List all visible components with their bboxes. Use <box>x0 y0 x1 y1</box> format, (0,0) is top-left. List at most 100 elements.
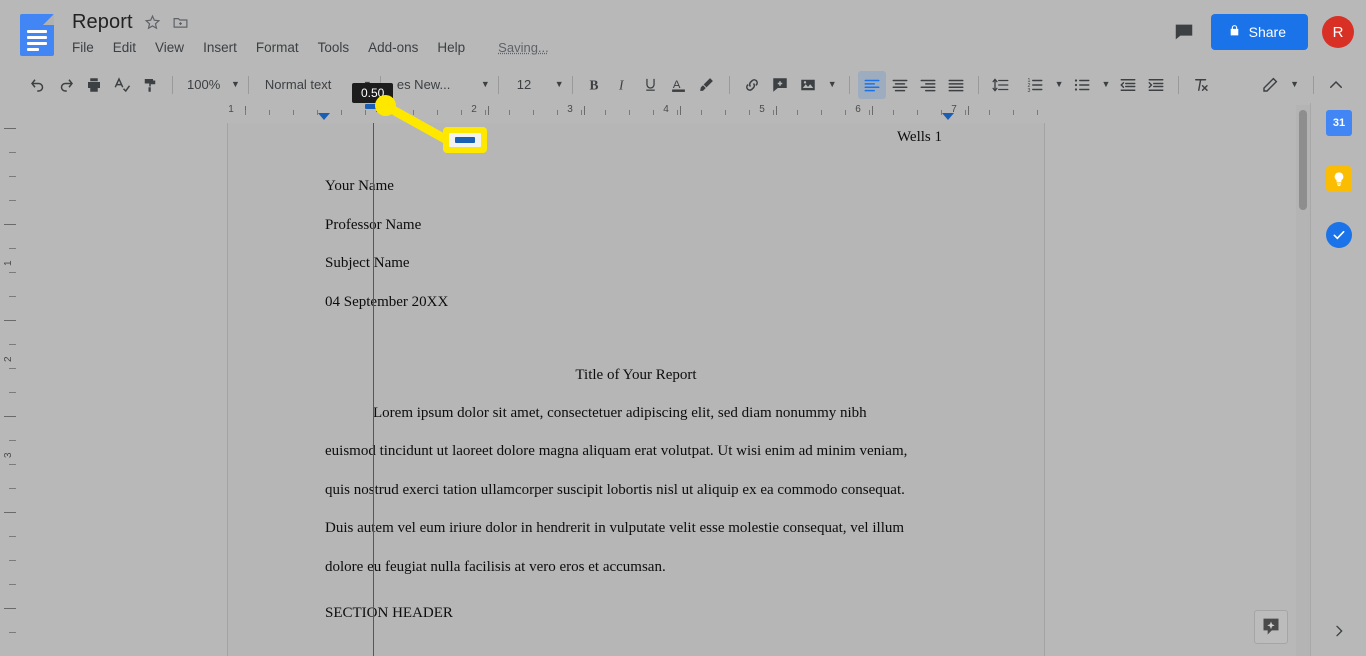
bulleted-list-icon[interactable] <box>1068 71 1096 99</box>
document-body[interactable]: Your Name Professor Name Subject Name 04… <box>325 178 947 622</box>
ruler-tick <box>9 368 16 369</box>
align-center-icon[interactable] <box>886 71 914 99</box>
paint-format-icon[interactable] <box>136 71 164 99</box>
star-icon[interactable] <box>144 14 161 31</box>
tasks-icon[interactable] <box>1326 222 1352 248</box>
ruler-tick <box>9 464 16 465</box>
indent-guide-line <box>373 123 374 656</box>
right-indent-marker[interactable] <box>942 113 954 120</box>
insert-image-icon[interactable] <box>794 71 822 99</box>
avatar[interactable]: R <box>1322 16 1354 48</box>
font-size-dropdown[interactable]: 12 ▼ <box>507 77 564 92</box>
redo-icon[interactable] <box>52 71 80 99</box>
undo-icon[interactable] <box>24 71 52 99</box>
highlight-icon[interactable] <box>693 71 721 99</box>
align-justify-icon[interactable] <box>942 71 970 99</box>
ruler-tick <box>9 344 16 345</box>
ruler-tick <box>917 110 918 115</box>
move-to-folder-icon[interactable] <box>172 14 189 31</box>
toolbar-right-group: ▼ <box>1256 71 1366 99</box>
chevron-down-icon[interactable]: ▼ <box>1290 80 1299 89</box>
menu-tools[interactable]: Tools <box>318 40 350 55</box>
font-family-value: es New... <box>396 77 451 92</box>
italic-icon[interactable]: I <box>609 71 637 99</box>
menu-format[interactable]: Format <box>256 40 299 55</box>
formatting-toolbar: 100% ▼ Normal text ▼ es New... ▼ 12 ▼ B … <box>0 66 1366 103</box>
ruler-tick <box>413 110 414 115</box>
increase-indent-icon[interactable] <box>1142 71 1170 99</box>
print-icon[interactable] <box>80 71 108 99</box>
document-page[interactable]: Wells 1 Your Name Professor Name Subject… <box>227 123 1045 656</box>
align-right-icon[interactable] <box>914 71 942 99</box>
menu-addons[interactable]: Add-ons <box>368 40 418 55</box>
ruler-tick <box>1037 110 1038 115</box>
vertical-ruler[interactable]: 1 2 3 <box>0 123 22 656</box>
ruler-number: 4 <box>663 104 669 115</box>
menu-view[interactable]: View <box>155 40 184 55</box>
explore-button[interactable] <box>1254 610 1288 644</box>
toolbar-divider <box>1313 75 1314 94</box>
ruler-tick <box>4 224 16 225</box>
link-icon[interactable] <box>738 71 766 99</box>
chevron-down-icon[interactable]: ▼ <box>828 80 837 89</box>
ruler-tick <box>653 110 654 115</box>
annotation-callout-inner <box>449 133 481 147</box>
toolbar-divider <box>728 75 730 94</box>
align-left-icon[interactable] <box>857 70 886 99</box>
comment-history-icon[interactable] <box>1171 19 1197 45</box>
ruler-tick <box>365 110 366 115</box>
ruler-tick <box>533 110 534 115</box>
scrollbar-thumb[interactable] <box>1299 110 1307 210</box>
ruler-number: 2 <box>471 104 477 115</box>
edit-mode-icon[interactable] <box>1256 71 1284 99</box>
ruler-tick <box>776 106 777 115</box>
font-family-dropdown[interactable]: es New... ▼ <box>389 77 490 92</box>
ruler-tick <box>968 106 969 115</box>
bold-icon[interactable]: B <box>581 71 609 99</box>
ruler-number: 3 <box>3 452 14 458</box>
document-title[interactable]: Report <box>72 11 133 34</box>
underline-icon[interactable] <box>637 71 665 99</box>
clear-formatting-icon[interactable] <box>1187 71 1215 99</box>
chevron-down-icon[interactable]: ▼ <box>1055 80 1064 89</box>
spellcheck-icon[interactable] <box>108 71 136 99</box>
ruler-number: 6 <box>855 104 861 115</box>
keep-icon[interactable] <box>1326 166 1352 192</box>
ruler-tick <box>872 106 873 115</box>
calendar-icon[interactable]: 31 <box>1326 110 1352 136</box>
menu-help[interactable]: Help <box>437 40 465 55</box>
ruler-tick <box>941 110 942 115</box>
annotation-callout-box <box>443 127 487 153</box>
menu-file[interactable]: File <box>72 40 94 55</box>
line-spacing-icon[interactable] <box>987 71 1015 99</box>
toolbar-divider <box>497 75 499 94</box>
ruler-tick <box>680 106 681 115</box>
zoom-dropdown[interactable]: 100% ▼ <box>181 77 240 92</box>
paragraph-line: euismod tincidunt ut laoreet dolore magn… <box>325 443 908 459</box>
text-color-icon[interactable]: A <box>665 71 693 99</box>
page-header-right[interactable]: Wells 1 <box>897 129 942 146</box>
numbered-list-icon[interactable]: 1 2 3 <box>1021 71 1049 99</box>
docs-logo-icon <box>20 14 54 56</box>
chevron-down-icon[interactable]: ▼ <box>1102 80 1111 89</box>
ruler-tick <box>488 106 489 115</box>
vertical-scrollbar[interactable] <box>1296 105 1310 656</box>
collapse-toolbar-icon[interactable] <box>1322 71 1350 99</box>
add-comment-icon[interactable] <box>766 71 794 99</box>
menu-edit[interactable]: Edit <box>113 40 136 55</box>
paragraph-style-value: Normal text <box>264 77 332 92</box>
decrease-indent-icon[interactable] <box>1114 71 1142 99</box>
ruler-tick <box>4 512 16 513</box>
share-button[interactable]: Share <box>1210 14 1308 50</box>
ruler-tick <box>845 110 846 115</box>
horizontal-ruler[interactable]: 1 1 2 3 4 5 6 7 <box>227 103 1047 123</box>
ruler-tick <box>701 110 702 115</box>
menu-insert[interactable]: Insert <box>203 40 237 55</box>
paragraph-line: Lorem ipsum dolor sit amet, consectetuer… <box>373 404 867 421</box>
ruler-tick <box>9 152 16 153</box>
toolbar-divider <box>571 75 573 94</box>
expand-side-panel-icon[interactable] <box>1327 619 1351 643</box>
ruler-tick <box>245 110 246 115</box>
page-content: Wells 1 Your Name Professor Name Subject… <box>228 123 1044 656</box>
left-indent-marker[interactable] <box>318 113 330 120</box>
